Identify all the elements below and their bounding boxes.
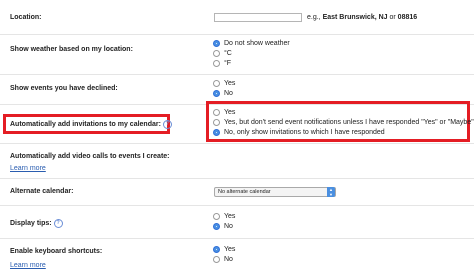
- tips-option-no[interactable]: No: [213, 223, 233, 230]
- declined-option-no[interactable]: No: [213, 90, 233, 97]
- video-calls-learn-more-link[interactable]: Learn more: [10, 165, 46, 172]
- option-label: °C: [224, 50, 232, 57]
- keyboard-shortcuts-learn-more-link[interactable]: Learn more: [10, 262, 46, 269]
- location-hint: e.g., East Brunswick, NJ or 08816: [307, 14, 417, 21]
- row-separator: [0, 74, 474, 75]
- radio-icon[interactable]: [213, 256, 220, 263]
- help-icon[interactable]: ?: [53, 219, 63, 228]
- shortcuts-option-no[interactable]: No: [213, 256, 233, 263]
- row-separator: [0, 143, 474, 144]
- hint-prefix: e.g.,: [307, 14, 323, 21]
- keyboard-shortcuts-label: Enable keyboard shortcuts:: [10, 248, 103, 255]
- radio-icon[interactable]: [213, 80, 220, 87]
- select-arrows-icon[interactable]: ▲ ▼: [327, 187, 335, 197]
- radio-selected-icon[interactable]: [213, 40, 220, 47]
- shortcuts-option-yes[interactable]: Yes: [213, 246, 235, 253]
- invitations-option-yes[interactable]: Yes: [213, 109, 235, 116]
- alternate-calendar-select[interactable]: No alternate calendar ▲ ▼: [214, 187, 336, 197]
- option-label: No: [224, 90, 233, 97]
- row-separator: [0, 34, 474, 35]
- radio-selected-icon[interactable]: [213, 246, 220, 253]
- video-calls-label: Automatically add video calls to events …: [10, 153, 170, 160]
- tips-option-yes[interactable]: Yes: [213, 213, 235, 220]
- row-separator: [0, 178, 474, 179]
- alternate-calendar-label: Alternate calendar:: [10, 188, 74, 195]
- option-label: Yes: [224, 246, 236, 253]
- help-icon[interactable]: ?: [162, 120, 172, 129]
- location-input[interactable]: [214, 13, 302, 22]
- radio-selected-icon[interactable]: [213, 223, 220, 230]
- declined-option-yes[interactable]: Yes: [213, 80, 235, 87]
- display-tips-label-text: Display tips:: [10, 220, 52, 227]
- radio-icon[interactable]: [213, 50, 220, 57]
- option-label: °F: [224, 60, 232, 67]
- invitations-option-yes-no-notify[interactable]: Yes, but don't send event notifications …: [213, 119, 474, 126]
- weather-option-fahrenheit[interactable]: °F: [213, 60, 231, 67]
- option-label: Yes: [224, 213, 236, 220]
- radio-selected-icon[interactable]: [213, 129, 220, 136]
- weather-label: Show weather based on my location:: [10, 46, 133, 53]
- row-separator: [0, 205, 474, 206]
- radio-icon[interactable]: [213, 213, 220, 220]
- option-label: Yes: [224, 80, 236, 87]
- radio-icon[interactable]: [213, 60, 220, 67]
- option-label: Yes: [224, 109, 236, 116]
- display-tips-label: Display tips:?: [10, 219, 63, 228]
- radio-icon[interactable]: [213, 119, 220, 126]
- weather-option-none[interactable]: Do not show weather: [213, 40, 290, 47]
- invitations-label-text: Automatically add invitations to my cale…: [10, 121, 161, 128]
- hint-example-zip: 08816: [397, 14, 418, 21]
- select-value: No alternate calendar: [218, 189, 271, 195]
- option-label: Do not show weather: [224, 40, 290, 47]
- hint-or: or: [387, 14, 398, 21]
- row-separator: [0, 238, 474, 239]
- invitations-label: Automatically add invitations to my cale…: [10, 120, 172, 129]
- option-label: No: [224, 256, 233, 263]
- option-label: No: [224, 223, 233, 230]
- option-label: Yes, but don't send event notifications …: [224, 119, 474, 126]
- option-label: No, only show invitations to which I hav…: [224, 129, 385, 136]
- radio-selected-icon[interactable]: [213, 90, 220, 97]
- declined-label: Show events you have declined:: [10, 85, 118, 92]
- radio-icon[interactable]: [213, 109, 220, 116]
- invitations-option-no[interactable]: No, only show invitations to which I hav…: [213, 129, 385, 136]
- weather-option-celsius[interactable]: °C: [213, 50, 232, 57]
- hint-example-city: East Brunswick, NJ: [322, 14, 388, 21]
- location-label: Location:: [10, 14, 42, 21]
